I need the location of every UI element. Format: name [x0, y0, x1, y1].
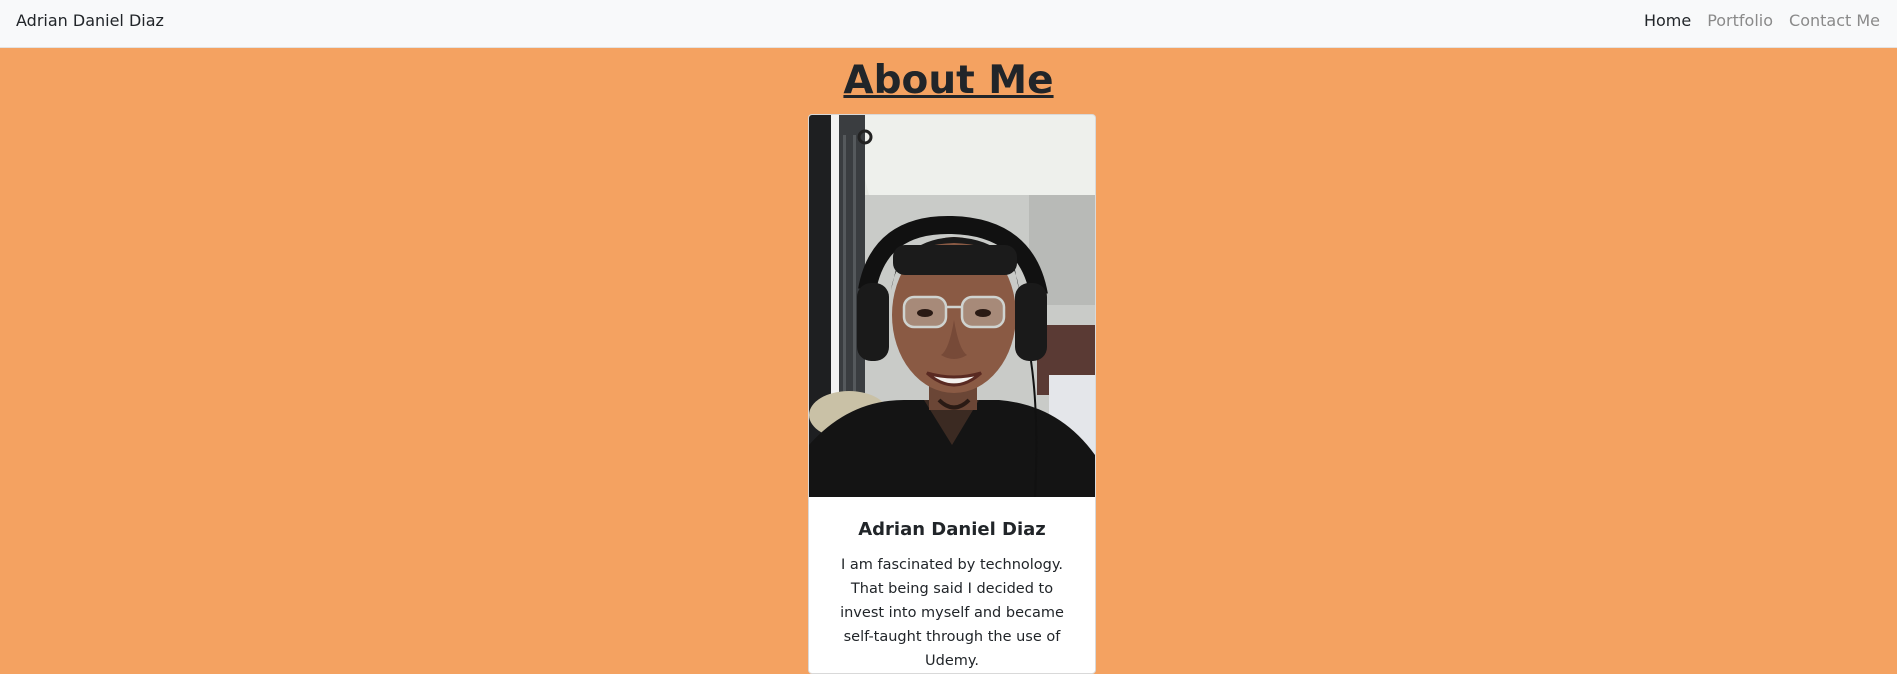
- nav-links: Home Portfolio Contact Me: [1644, 11, 1880, 30]
- profile-photo: [809, 115, 1095, 497]
- nav-link-contact[interactable]: Contact Me: [1789, 11, 1880, 30]
- navbar-brand[interactable]: Adrian Daniel Diaz: [16, 11, 164, 30]
- card-title: Adrian Daniel Diaz: [858, 519, 1046, 540]
- card-text: I am fascinated by technology. That bein…: [840, 557, 1064, 669]
- navbar: Adrian Daniel Diaz Home Portfolio Contac…: [0, 0, 1897, 48]
- nav-link-home[interactable]: Home: [1644, 11, 1691, 30]
- profile-card: Adrian Daniel Diaz I am fascinated by te…: [808, 114, 1096, 674]
- nav-link-portfolio[interactable]: Portfolio: [1707, 11, 1773, 30]
- page-title: About Me: [843, 58, 1054, 103]
